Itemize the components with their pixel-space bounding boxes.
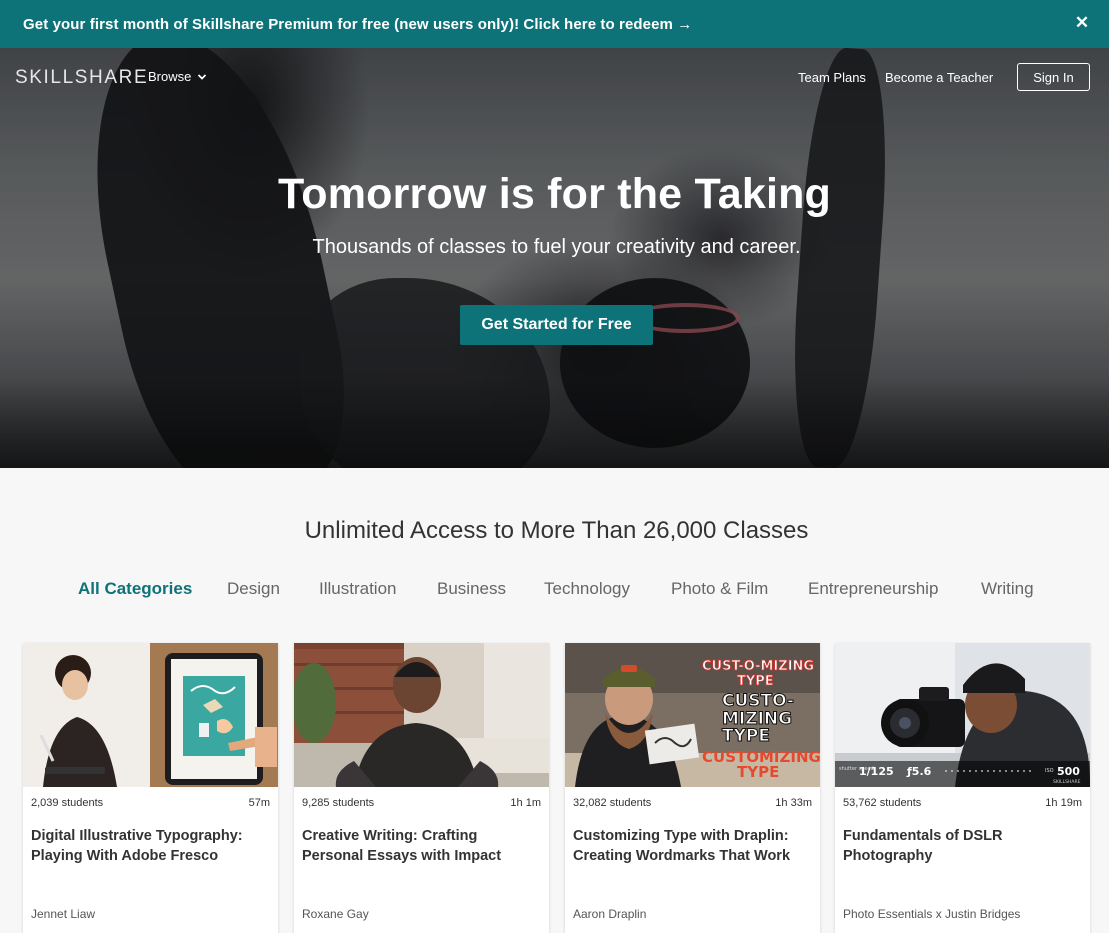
browse-menu[interactable]: Browse [148, 69, 207, 84]
close-icon[interactable]: ✕ [1074, 13, 1090, 33]
class-duration: 57m [248, 797, 270, 809]
class-author[interactable]: Photo Essentials x Justin Bridges [843, 907, 1020, 921]
class-thumbnail: shutter speed 1/125 ƒ5.6 ISO 500 SKILLSH… [835, 643, 1090, 787]
student-count: 2,039 students [31, 797, 104, 809]
promo-text[interactable]: Get your first month of Skillshare Premi… [23, 16, 692, 33]
become-teacher-link[interactable]: Become a Teacher [885, 70, 993, 85]
class-thumbnail: CUST-O-MIZING TYPE CUSTO- MIZING TYPE CU… [565, 643, 820, 787]
class-duration: 1h 19m [1045, 797, 1082, 809]
promo-banner[interactable]: Get your first month of Skillshare Premi… [0, 0, 1109, 48]
class-title[interactable]: Customizing Type with Draplin: Creating … [573, 826, 813, 866]
class-meta: 32,082 students 1h 33m [573, 797, 812, 809]
class-author[interactable]: Jennet Liaw [31, 907, 95, 921]
hero-subtitle: Thousands of classes to fuel your creati… [312, 236, 801, 258]
class-card[interactable]: CUST-O-MIZING TYPE CUSTO- MIZING TYPE CU… [565, 643, 820, 933]
browse-label: Browse [148, 69, 192, 84]
student-count: 32,082 students [573, 797, 652, 809]
tab-design[interactable]: Design [227, 579, 280, 599]
team-plans-link[interactable]: Team Plans [798, 70, 866, 85]
class-card[interactable]: 2,039 students 57m Digital Illustrative … [23, 643, 278, 933]
sign-in-button[interactable]: Sign In [1017, 63, 1090, 91]
class-meta: 9,285 students 1h 1m [302, 797, 541, 809]
class-duration: 1h 1m [510, 797, 541, 809]
class-card[interactable]: shutter speed 1/125 ƒ5.6 ISO 500 SKILLSH… [835, 643, 1090, 933]
thumb-text: ISO [1045, 768, 1054, 774]
get-started-button[interactable]: Get Started for Free [460, 305, 653, 345]
class-title[interactable]: Creative Writing: Crafting Personal Essa… [302, 826, 542, 866]
section-title: Unlimited Access to More Than 26,000 Cla… [304, 517, 809, 544]
tab-business[interactable]: Business [437, 579, 506, 599]
class-title[interactable]: Fundamentals of DSLR Photography [843, 826, 1083, 866]
class-title[interactable]: Digital Illustrative Typography: Playing… [31, 826, 271, 866]
skillshare-logo[interactable]: SKILLSHARE [15, 67, 148, 89]
tab-writing[interactable]: Writing [981, 579, 1034, 599]
thumb-text: TYPE [737, 674, 774, 689]
thumb-text: SKILLSHARE [1053, 779, 1081, 785]
thumb-text: TYPE [722, 726, 770, 746]
thumb-text: TYPE [737, 763, 779, 781]
student-count: 9,285 students [302, 797, 375, 809]
class-card[interactable]: 9,285 students 1h 1m Creative Writing: C… [294, 643, 549, 933]
category-tabs: All Categories Design Illustration Busin… [0, 579, 1109, 601]
tab-technology[interactable]: Technology [544, 579, 630, 599]
thumb-text: 500 [1057, 765, 1080, 778]
class-meta: 2,039 students 57m [31, 797, 270, 809]
chevron-down-icon [198, 73, 207, 80]
tab-photo-film[interactable]: Photo & Film [671, 579, 768, 599]
class-thumbnail [294, 643, 549, 787]
thumb-text: CUSTO- [722, 691, 794, 711]
hero-title: Tomorrow is for the Taking [277, 170, 832, 218]
tab-illustration[interactable]: Illustration [319, 579, 396, 599]
thumb-text: CUST-O-MIZING [702, 659, 814, 674]
class-thumbnail [23, 643, 278, 787]
tab-all-categories[interactable]: All Categories [78, 579, 192, 599]
class-duration: 1h 33m [775, 797, 812, 809]
student-count: 53,762 students [843, 797, 922, 809]
class-meta: 53,762 students 1h 19m [843, 797, 1082, 809]
class-author[interactable]: Aaron Draplin [573, 907, 646, 921]
thumb-text: 1/125 [859, 765, 894, 778]
class-author[interactable]: Roxane Gay [302, 907, 369, 921]
tab-entrepreneurship[interactable]: Entrepreneurship [808, 579, 938, 599]
thumb-text: ƒ5.6 [906, 765, 932, 778]
